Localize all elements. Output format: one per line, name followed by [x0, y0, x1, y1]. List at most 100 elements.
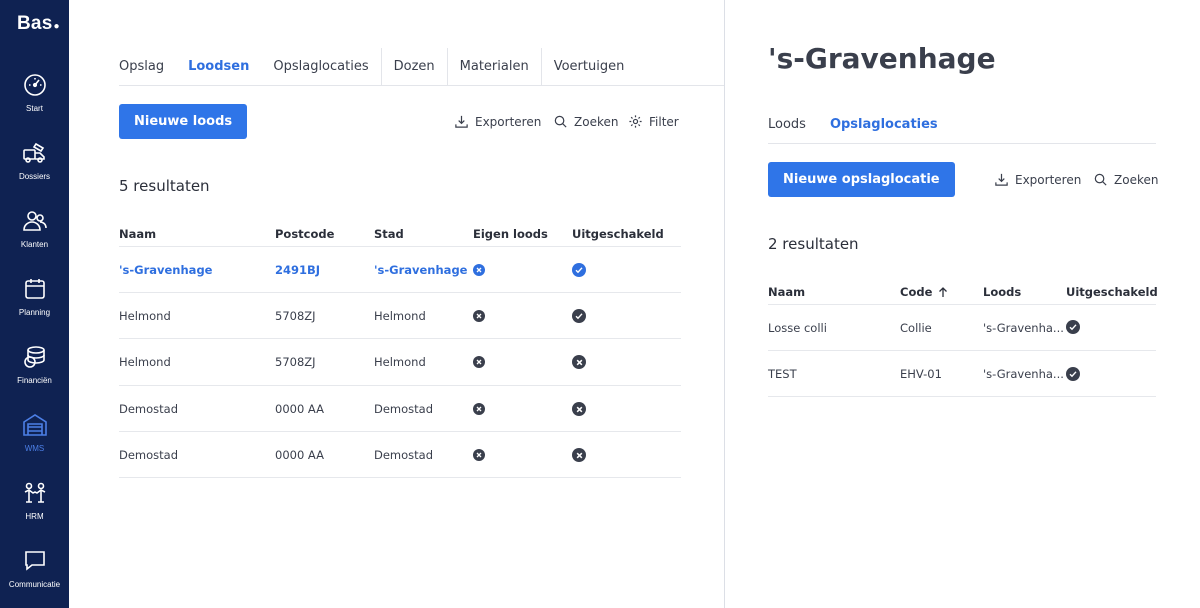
cell-naam: Demostad — [119, 448, 179, 462]
cell-naam: TEST — [768, 367, 797, 381]
cell-postcode[interactable]: 2491BJ — [275, 263, 320, 277]
panel-divider — [724, 0, 725, 608]
cell-loods: 's-Gravenha... — [983, 321, 1064, 335]
check-icon — [1066, 367, 1080, 381]
search-button[interactable]: Zoeken — [1093, 172, 1158, 187]
sidebar-item-label: Financiën — [17, 376, 52, 385]
x-icon — [473, 310, 485, 322]
x-icon — [473, 403, 485, 415]
filter-label: Filter — [649, 114, 679, 129]
cell-naam: Demostad — [119, 402, 179, 416]
sidebar-item-label: Communicatie — [8, 580, 61, 589]
export-button[interactable]: Exporteren — [994, 172, 1081, 187]
cell-code: Collie — [900, 321, 932, 335]
x-icon — [572, 448, 586, 462]
search-button[interactable]: Zoeken — [553, 114, 618, 129]
cell-stad: Helmond — [374, 355, 426, 369]
tab-loods[interactable]: Loods — [756, 106, 818, 144]
cell-stad: Demostad — [374, 448, 434, 462]
column-header-postcode[interactable]: Postcode — [275, 227, 334, 241]
sidebar-item-start[interactable]: Start — [0, 72, 69, 132]
sidebar-item-label: HRM — [25, 512, 44, 521]
table-row-divider — [768, 304, 1156, 305]
cell-stad[interactable]: 's-Gravenhage — [374, 263, 467, 277]
sidebar-item-dossiers[interactable]: Dossiers — [0, 140, 69, 200]
column-header-naam[interactable]: Naam — [119, 227, 156, 241]
x-icon — [572, 355, 586, 369]
new-warehouse-button[interactable]: Nieuwe loods — [119, 104, 248, 139]
check-icon — [1066, 320, 1080, 334]
table-row-divider — [768, 396, 1156, 397]
tab-loodsen[interactable]: Loodsen — [176, 48, 261, 86]
sidebar-item-label: Klanten — [20, 240, 49, 249]
cell-naam: Losse colli — [768, 321, 827, 335]
results-count: 2 resultaten — [768, 235, 859, 253]
table-row-divider — [119, 246, 681, 247]
column-header-uitgeschakeld[interactable]: Uitgeschakeld — [572, 227, 664, 241]
table-row-divider — [119, 385, 681, 386]
warehouses-panel — [69, 0, 724, 608]
cell-postcode: 0000 AA — [275, 402, 324, 416]
moving-truck-icon — [22, 142, 45, 163]
new-storage-location-button[interactable]: Nieuwe opslaglocatie — [768, 162, 955, 197]
column-header-naam[interactable]: Naam — [768, 285, 805, 299]
x-icon — [572, 402, 586, 416]
chat-icon — [24, 551, 45, 571]
cell-code: EHV-01 — [900, 367, 942, 381]
cell-postcode: 5708ZJ — [275, 355, 316, 369]
sidebar-item-label: WMS — [24, 444, 45, 453]
search-label: Zoeken — [574, 114, 619, 129]
people-icon — [24, 482, 45, 503]
download-icon — [455, 115, 468, 128]
tab-opslaglocaties-detail[interactable]: Opslaglocaties — [818, 106, 950, 144]
check-icon — [572, 263, 586, 277]
detail-title: 's-Gravenhage — [768, 42, 996, 75]
download-icon — [995, 173, 1008, 186]
column-header-code[interactable]: Code — [900, 285, 948, 299]
search-label: Zoeken — [1114, 172, 1159, 187]
sort-ascending-icon — [939, 286, 948, 297]
filter-button[interactable]: Filter — [628, 114, 679, 129]
check-icon — [572, 309, 586, 323]
table-row-divider — [119, 431, 681, 432]
sidebar-item-label: Planning — [18, 308, 51, 317]
column-header-uitgeschakeld[interactable]: Uitgeschakeld — [1066, 285, 1158, 299]
tab-materialen[interactable]: Materialen — [446, 48, 541, 86]
sidebar-item-planning[interactable]: Planning — [0, 276, 69, 336]
x-icon — [473, 264, 485, 276]
sidebar: Bas● Start Dossiers Klanten Planning Fin… — [0, 0, 69, 608]
left-tab-bar: Opslag Loodsen Opslaglocaties Dozen Mate… — [107, 48, 636, 86]
app-logo[interactable]: Bas● — [17, 13, 60, 35]
column-header-eigen-loods[interactable]: Eigen loods — [473, 227, 548, 241]
search-icon — [554, 115, 567, 128]
sidebar-item-wms[interactable]: WMS — [0, 412, 69, 472]
sidebar-item-label: Dossiers — [18, 172, 51, 181]
tab-opslag[interactable]: Opslag — [107, 48, 176, 86]
results-count: 5 resultaten — [119, 177, 210, 195]
tab-opslaglocaties[interactable]: Opslaglocaties — [261, 48, 380, 86]
sidebar-item-label: Start — [26, 104, 43, 113]
x-icon — [473, 449, 485, 461]
tab-dozen[interactable]: Dozen — [380, 48, 447, 86]
coins-icon — [23, 346, 45, 368]
export-button[interactable]: Exporteren — [454, 114, 541, 129]
sidebar-item-klanten[interactable]: Klanten — [0, 208, 69, 268]
right-tab-bar: Loods Opslaglocaties — [756, 106, 950, 144]
cell-naam[interactable]: 's-Gravenhage — [119, 263, 212, 277]
tab-voertuigen[interactable]: Voertuigen — [540, 48, 637, 86]
cell-stad: Helmond — [374, 309, 426, 323]
table-row-divider — [119, 477, 681, 478]
sidebar-item-communicatie[interactable]: Communicatie — [0, 548, 69, 608]
warehouse-icon — [22, 414, 47, 436]
column-header-loods[interactable]: Loods — [983, 285, 1021, 299]
sidebar-item-financien[interactable]: Financiën — [0, 344, 69, 404]
column-header-stad[interactable]: Stad — [374, 227, 404, 241]
cell-postcode: 5708ZJ — [275, 309, 316, 323]
calendar-icon — [24, 279, 45, 299]
table-row-divider — [768, 350, 1156, 351]
x-icon — [473, 356, 485, 368]
customers-icon — [22, 211, 47, 231]
export-label: Exporteren — [1015, 172, 1082, 187]
sidebar-item-hrm[interactable]: HRM — [0, 480, 69, 540]
gear-icon — [629, 115, 642, 128]
